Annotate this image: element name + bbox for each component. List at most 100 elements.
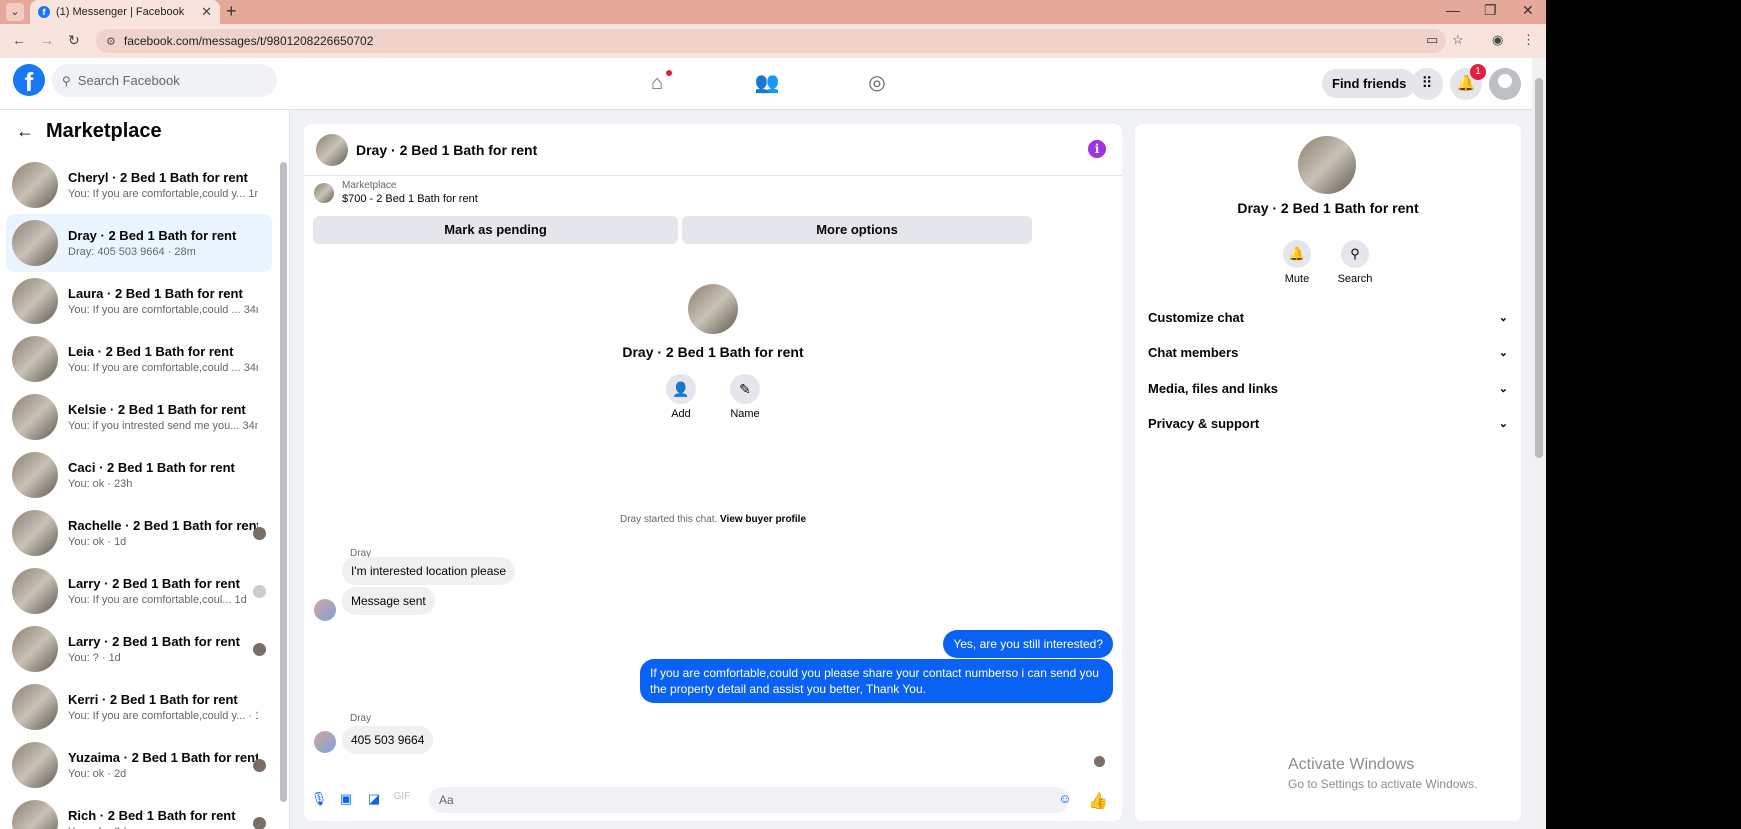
conversation-item[interactable]: Cheryl · 2 Bed 1 Bath for rent You: If yo… [6,156,272,214]
conversation-preview: You: ok · 2d [68,768,127,780]
privacy-support-row[interactable]: Privacy & support ⌄ [1148,412,1508,434]
pencil-icon: ✎ [730,374,760,404]
microphone-icon[interactable]: 🎙 [310,791,328,809]
customize-chat-row[interactable]: Customize chat ⌄ [1148,306,1508,328]
sender-avatar[interactable] [314,599,336,621]
browser-menu-icon[interactable]: ⋮ [1522,32,1535,48]
emoji-icon[interactable]: ☺ [1056,791,1074,809]
sender-avatar[interactable] [314,731,336,753]
find-friends-button[interactable]: Find friends [1322,69,1417,98]
outgoing-message[interactable]: Yes, are you still interested? [943,630,1113,658]
browser-toolbar: ← → ↻ ⚙ facebook.com/messages/t/98012082… [0,24,1546,58]
view-buyer-profile-link[interactable]: View buyer profile [720,514,806,525]
menu-grid-icon[interactable]: ⠿ [1411,68,1443,100]
incoming-message[interactable]: Message sent [342,587,435,615]
add-person-button[interactable]: 👤 Add [661,374,701,420]
image-icon[interactable]: ▣ [337,791,355,809]
chat-title[interactable]: Dray · 2 Bed 1 Bath for rent [356,142,537,158]
search-conversation-button[interactable]: ⚲ Search [1332,240,1378,285]
search-icon: ⚲ [1341,240,1369,268]
chat-started-note: Dray started this chat. View buyer profi… [304,514,1122,525]
conversation-item[interactable]: Leia · 2 Bed 1 Bath for rent You: If you … [6,330,272,388]
address-bar[interactable]: ⚙ facebook.com/messages/t/98012082266507… [96,29,1446,53]
conversation-item[interactable]: Larry · 2 Bed 1 Bath for rent You: If you… [6,562,272,620]
marketplace-listing[interactable]: Marketplace $700 - 2 Bed 1 Bath for rent [314,180,478,205]
mark-as-pending-button[interactable]: Mark as pending [313,216,678,244]
conversation-item[interactable]: Rachelle · 2 Bed 1 Bath for rent You: ok … [6,504,272,562]
site-info-icon[interactable]: ⚙ [106,35,116,48]
back-arrow-icon[interactable]: ← [16,121,34,142]
outgoing-message[interactable]: If you are comfortable,could you please … [640,659,1113,703]
sidebar-scrollbar-thumb[interactable] [280,162,287,802]
seen-avatar [253,585,266,598]
close-tab-icon[interactable]: ✕ [201,4,212,20]
sticker-icon[interactable]: ◪ [365,791,383,809]
listing-title: $700 - 2 Bed 1 Bath for rent [342,193,478,205]
page-scrollbar[interactable] [1532,58,1546,829]
bookmark-star-icon[interactable]: ☆ [1452,32,1464,48]
account-avatar[interactable] [1489,68,1521,100]
tab-messenger[interactable]: f (1) Messenger | Facebook ✕ [30,0,220,24]
tab-search-button[interactable]: ⌄ [6,3,24,21]
facebook-favicon-icon: f [38,6,50,18]
minimize-button[interactable]: — [1446,2,1460,18]
gif-icon[interactable]: GIF [393,791,411,809]
profile-icon[interactable]: ◉ [1492,32,1503,48]
listing-thumbnail [314,182,334,203]
home-icon[interactable]: ⌂ [642,68,672,98]
edit-name-button[interactable]: ✎ Name [725,374,765,420]
conversation-name: Leia · 2 Bed 1 Bath for rent [68,344,234,359]
sidebar-scrollbar[interactable] [280,162,287,802]
marketplace-label: Marketplace [342,180,397,191]
started-text: Dray started this chat. [620,514,718,525]
conversation-item[interactable]: Rich · 2 Bed 1 Bath for rentYou: ok · 2d [6,794,272,829]
conversation-item[interactable]: Kelsie · 2 Bed 1 Bath for rent You: if yo… [6,388,272,446]
read-receipt-avatar [1094,756,1105,767]
notification-badge: 1 [1470,64,1486,80]
search-input[interactable]: ⚲ Search Facebook [52,64,277,97]
message-input[interactable]: Aa [429,787,1069,813]
conversation-name: Larry · 2 Bed 1 Bath for rent [68,576,240,591]
notifications-bell-icon[interactable]: 🔔 1 [1450,64,1486,100]
info-icon[interactable]: i [1088,140,1106,158]
back-icon[interactable]: ← [12,32,26,48]
conversation-item[interactable]: Laura · 2 Bed 1 Bath for rent You: If you… [6,272,272,330]
mute-button[interactable]: 🔔 Mute [1274,240,1320,285]
install-app-icon[interactable]: ▭ [1426,32,1438,48]
conversation-sidebar: ← Marketplace Cheryl · 2 Bed 1 Bath for … [0,110,290,829]
restore-button[interactable]: ❐ [1484,2,1497,19]
conversation-item[interactable]: Yuzaima · 2 Bed 1 Bath for rent You: ok ·… [6,736,272,794]
conversation-preview: You: If you are comfortable,could ... 34… [68,362,258,374]
conversation-item[interactable]: Dray · 2 Bed 1 Bath for rent Dray: 405 50… [6,214,272,272]
name-label: Name [730,408,760,420]
more-options-button[interactable]: More options [682,216,1032,244]
conversation-preview: Dray: 405 503 9664 · 28m [68,246,196,258]
facebook-header: f ⚲ Search Facebook ⌂ 👥 ◎ Find friends ⠿… [0,58,1546,110]
facebook-logo-icon[interactable]: f [13,64,45,97]
info-name: Dray · 2 Bed 1 Bath for rent [1237,200,1419,216]
chat-members-row[interactable]: Chat members ⌄ [1148,341,1508,363]
conversation-avatar [12,568,58,614]
groups-icon[interactable]: ◎ [862,68,892,98]
incoming-message[interactable]: I'm interested location please [342,557,516,585]
sidebar-title-text: Marketplace [46,120,162,142]
new-tab-button[interactable]: + [226,1,237,22]
info-avatar[interactable] [1298,136,1356,194]
conversation-item[interactable]: Larry · 2 Bed 1 Bath for rent You: ? · 1d [6,620,272,678]
reload-icon[interactable]: ↻ [68,32,80,49]
conversation-item[interactable]: Caci · 2 Bed 1 Bath for rent You: ok · 23… [6,446,272,504]
media-files-links-row[interactable]: Media, files and links ⌄ [1148,377,1508,399]
page-scrollbar-thumb[interactable] [1535,78,1543,458]
chat-avatar[interactable] [316,133,348,166]
bell-icon: 🔔 [1283,240,1311,268]
incoming-message[interactable]: 405 503 9664 [342,726,434,754]
like-thumb-icon[interactable]: 👍 [1088,791,1108,810]
conversation-item[interactable]: Kerri · 2 Bed 1 Bath for rent You: If you… [6,678,272,736]
friends-icon[interactable]: 👥 [752,68,782,98]
conversation-name: Dray · 2 Bed 1 Bath for rent [68,228,237,243]
conversation-name: Larry · 2 Bed 1 Bath for rent [68,634,240,649]
conversation-name: Cheryl · 2 Bed 1 Bath for rent [68,170,248,185]
forward-icon[interactable]: → [40,32,54,48]
close-window-button[interactable]: ✕ [1522,2,1534,19]
mute-label: Mute [1284,273,1310,285]
